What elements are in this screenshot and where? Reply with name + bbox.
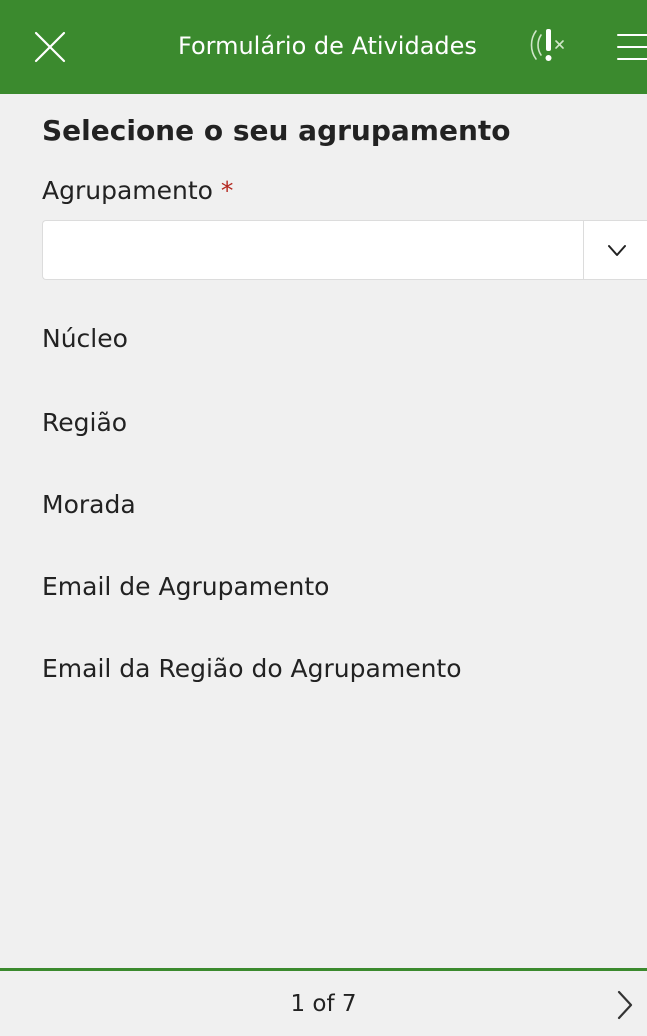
required-asterisk: * (220, 176, 234, 205)
select-divider (583, 221, 584, 279)
header-title: Formulário de Atividades (178, 32, 477, 60)
agrupamento-select[interactable] (42, 220, 647, 280)
page-indicator: 1 of 7 (290, 991, 357, 1017)
chevron-right-icon (617, 990, 633, 1020)
agrupamento-label-text: Agrupamento (42, 176, 213, 205)
hamburger-menu-icon (617, 34, 647, 60)
next-page-button[interactable] (610, 985, 640, 1025)
footer-bar: 1 of 7 (0, 971, 647, 1036)
gps-button[interactable] (529, 23, 569, 69)
agrupamento-field-label: Agrupamento * (42, 172, 233, 210)
field-label-morada: Morada (42, 490, 136, 519)
field-label-email-agrupamento: Email de Agrupamento (42, 572, 330, 601)
close-icon (34, 31, 66, 63)
field-label-email-regiao-agrupamento: Email da Região do Agrupamento (42, 654, 462, 683)
gps-location-icon (530, 29, 564, 61)
field-label-nucleo: Núcleo (42, 324, 128, 353)
menu-button[interactable] (612, 27, 647, 67)
page-title: Selecione o seu agrupamento (42, 114, 511, 147)
app-header: Formulário de Atividades (0, 0, 647, 94)
close-button[interactable] (30, 27, 70, 67)
field-label-regiao: Região (42, 408, 128, 437)
chevron-down-icon[interactable] (589, 240, 645, 262)
